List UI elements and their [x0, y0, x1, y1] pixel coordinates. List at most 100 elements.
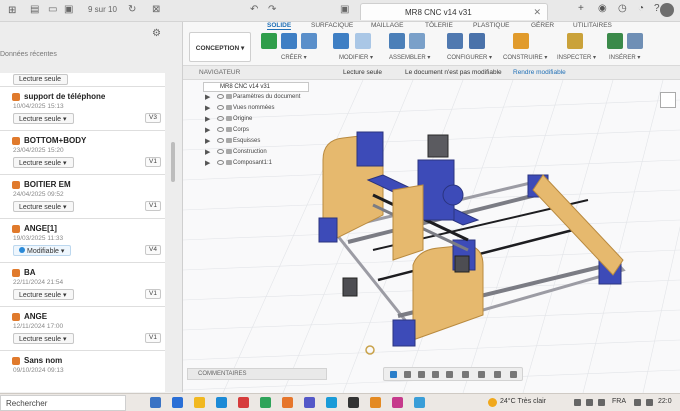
app-icon[interactable] [348, 397, 359, 408]
save-icon[interactable]: ▣ [64, 4, 73, 15]
version-badge[interactable]: V1 [145, 333, 161, 343]
status-badge[interactable]: Lecture seule [13, 74, 69, 85]
tab-plastique[interactable]: PLASTIQUE [473, 22, 509, 29]
close-doc-icon[interactable]: ⊠ [152, 4, 160, 15]
scrollbar[interactable] [171, 142, 175, 182]
app-icon[interactable] [414, 397, 425, 408]
redo-icon[interactable]: ↷ [268, 4, 276, 15]
item-name[interactable]: BOITIER EM [24, 180, 71, 189]
tree-row[interactable]: ▶ Paramètres du document [189, 92, 309, 103]
fusion-icon[interactable] [370, 397, 381, 408]
environment-icon[interactable] [510, 371, 517, 378]
apps-grid-icon[interactable]: ⊞ [8, 5, 16, 16]
language-indicator[interactable]: FRA [612, 398, 626, 405]
status-badge[interactable]: Lecture seule ▾ [13, 333, 74, 344]
tree-row[interactable]: ▶ Vues nommées [189, 103, 309, 114]
expand-arrow-icon[interactable]: ▶ [205, 115, 210, 123]
group-create[interactable]: CRÉER ▾ [281, 54, 307, 61]
tree-row[interactable]: ▶ Esquisses [189, 136, 309, 147]
make-editable-button[interactable]: Rendre modifiable [513, 69, 566, 76]
new-component-icon[interactable] [409, 33, 425, 49]
tree-row[interactable]: ▶ Construction [189, 147, 309, 158]
tree-row[interactable]: ▶ Composant1:1 [189, 158, 309, 169]
list-item[interactable]: BOITIER EM 24/04/2025 09:52 Lecture seule … [0, 175, 165, 219]
joint-icon[interactable] [389, 33, 405, 49]
group-insert[interactable]: INSÉRER ▾ [609, 54, 640, 61]
tab-tolerie[interactable]: TÔLERIE [425, 22, 453, 29]
expand-arrow-icon[interactable]: ▶ [205, 159, 210, 167]
taskview-icon[interactable] [150, 397, 161, 408]
notification-icon[interactable] [646, 399, 653, 406]
zoom-window-icon[interactable] [446, 371, 453, 378]
weather-label[interactable]: 24°C Très clair [500, 398, 546, 405]
app-icon[interactable] [326, 397, 337, 408]
version-badge[interactable]: V1 [145, 157, 161, 167]
refresh-icon[interactable]: ↻ [128, 4, 136, 15]
revolve-icon[interactable] [301, 33, 317, 49]
group-construct[interactable]: CONSTRUIRE ▾ [503, 54, 547, 61]
status-badge[interactable]: Lecture seule ▾ [13, 289, 74, 300]
version-badge[interactable]: V4 [145, 245, 161, 255]
battery-icon[interactable] [634, 399, 641, 406]
folder-icon[interactable]: ▭ [48, 4, 57, 15]
item-name[interactable]: BOTTOM+BODY [24, 136, 86, 145]
item-name[interactable]: ANGE[1] [24, 224, 57, 233]
configure-icon[interactable] [469, 33, 485, 49]
visibility-icon[interactable] [217, 127, 224, 132]
viewport-canvas[interactable]: MR8 CNC v14 v31 ▶ Paramètres du document ▶… [183, 80, 680, 393]
clock-icon[interactable]: ◔ [638, 3, 644, 14]
gear-icon[interactable]: ⚙ [152, 28, 161, 39]
orbit-icon[interactable] [390, 371, 397, 378]
press-pull-icon[interactable] [333, 33, 349, 49]
undo-icon[interactable]: ↶ [250, 4, 258, 15]
comments-panel[interactable]: COMMENTAIRES [187, 368, 327, 380]
app-icon[interactable] [282, 397, 293, 408]
new-tab-icon[interactable]: + [578, 3, 584, 14]
list-item[interactable]: ANGE 12/11/2024 17:00 Lecture seule ▾ V1 [0, 307, 165, 351]
app-icon[interactable] [304, 397, 315, 408]
document-tab[interactable]: MR8 CNC v14 v31 ✕ [360, 3, 548, 20]
visibility-icon[interactable] [217, 94, 224, 99]
list-item[interactable]: BA 22/11/2024 21:54 Lecture seule ▾ V1 [0, 263, 165, 307]
tab-maillage[interactable]: MAILLAGE [371, 22, 404, 29]
list-item[interactable]: Sans nom 09/10/2024 09:13 [0, 351, 165, 392]
extensions-icon[interactable]: ◉ [598, 3, 607, 14]
version-badge[interactable]: V3 [145, 113, 161, 123]
tab-solide[interactable]: SOLIDE [267, 22, 292, 30]
status-badge[interactable]: Lecture seule ▾ [13, 201, 74, 212]
status-badge[interactable]: Lecture seule ▾ [13, 113, 74, 124]
viewcube-icon[interactable] [660, 92, 676, 108]
expand-arrow-icon[interactable]: ▶ [205, 93, 210, 101]
list-item[interactable]: Lecture seule [0, 73, 165, 87]
help-icon[interactable]: ? [654, 3, 660, 14]
version-badge[interactable]: V1 [145, 289, 161, 299]
fillet-icon[interactable] [355, 33, 371, 49]
tree-row[interactable]: ▶ Origine [189, 114, 309, 125]
item-name[interactable]: support de téléphone [24, 92, 105, 101]
new-sketch-icon[interactable] [261, 33, 277, 49]
app-icon[interactable] [238, 397, 249, 408]
cnc-model[interactable] [318, 131, 626, 355]
taskbar-search[interactable]: Rechercher [0, 395, 126, 411]
pan-icon[interactable] [418, 371, 425, 378]
list-item[interactable]: support de téléphone 10/04/2025 15:13 Lect… [0, 87, 165, 131]
insert-icon[interactable] [607, 33, 623, 49]
status-badge[interactable]: Lecture seule ▾ [13, 157, 74, 168]
tree-root[interactable]: MR8 CNC v14 v31 [203, 82, 309, 92]
file-icon[interactable]: ▤ [30, 4, 39, 15]
browser-icon[interactable] [172, 397, 183, 408]
parameters-icon[interactable] [447, 33, 463, 49]
item-name[interactable]: ANGE [24, 312, 47, 321]
app-icon[interactable] [392, 397, 403, 408]
display-settings-icon[interactable] [462, 371, 469, 378]
mail-icon[interactable] [216, 397, 227, 408]
list-item[interactable]: BOTTOM+BODY 23/04/2025 15:20 Lecture seule… [0, 131, 165, 175]
group-inspect[interactable]: INSPECTER ▾ [557, 54, 596, 61]
avatar[interactable] [660, 3, 674, 17]
look-at-icon[interactable] [404, 371, 411, 378]
wifi-icon[interactable] [586, 399, 593, 406]
tree-row[interactable]: ▶ Corps [189, 125, 309, 136]
zoom-icon[interactable] [432, 371, 439, 378]
version-badge[interactable]: V1 [145, 201, 161, 211]
tab-utilitaires[interactable]: UTILITAIRES [573, 22, 612, 29]
